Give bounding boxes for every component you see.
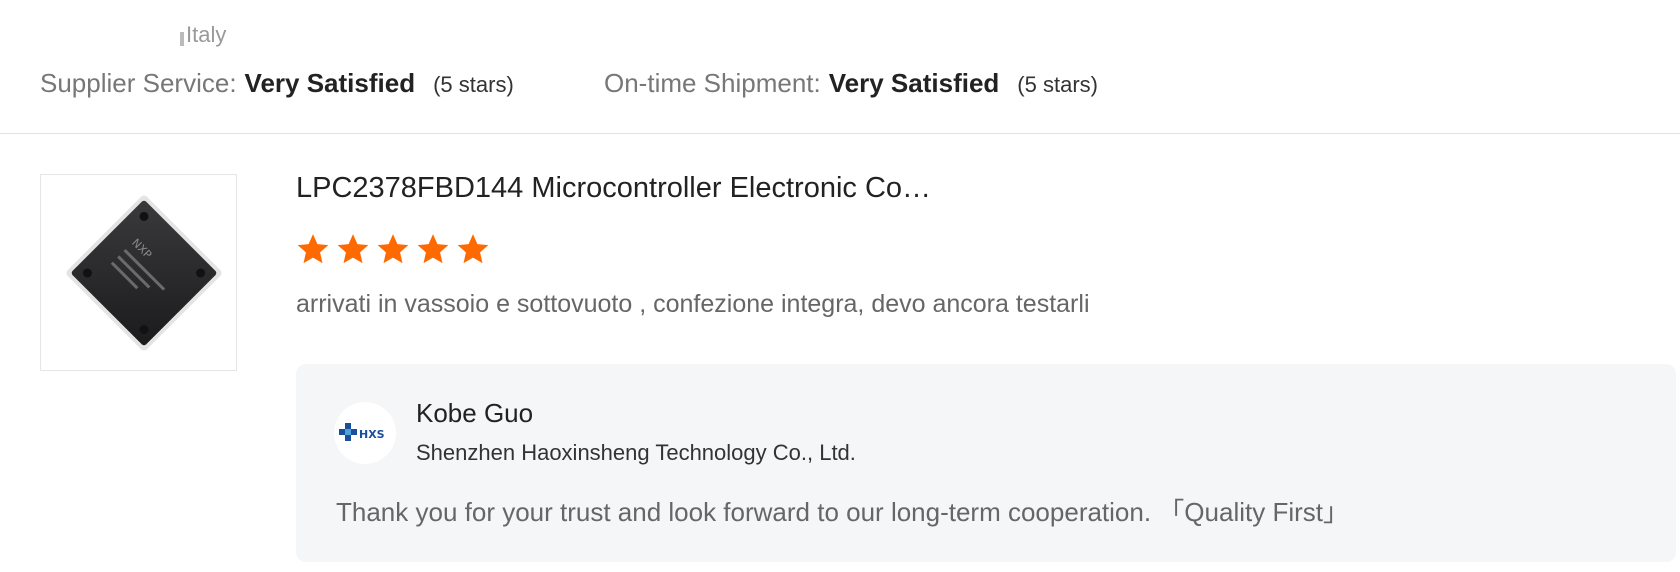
on-time-shipment-rating: On-time Shipment: Very Satisfied (5 star…	[604, 68, 1098, 99]
supplier-service-stars: (5 stars)	[433, 72, 514, 97]
on-time-shipment-stars: (5 stars)	[1017, 72, 1098, 97]
on-time-shipment-value: Very Satisfied	[828, 68, 1000, 98]
star-icon	[417, 234, 449, 264]
star-icon	[297, 234, 329, 264]
review-header: Italy Supplier Service: Very Satisfied (…	[0, 0, 1680, 134]
buyer-country: Italy	[180, 22, 226, 48]
product-title[interactable]: LPC2378FBD144 Microcontroller Electronic…	[296, 172, 931, 205]
supplier-service-label: Supplier Service:	[40, 68, 237, 98]
country-name: Italy	[186, 22, 227, 47]
star-icon	[377, 234, 409, 264]
replier-name: Kobe Guo	[416, 398, 534, 428]
hxs-logo-icon: HXS	[339, 423, 385, 441]
replier-company[interactable]: Shenzhen Haoxinsheng Technology Co., Ltd…	[416, 440, 856, 466]
product-review: NXP LPC2378FBD144 Microcontroller Electr…	[0, 134, 1680, 572]
supplier-reply: HXS Kobe Guo Shenzhen Haoxinsheng Techno…	[296, 364, 1676, 562]
star-icon	[457, 234, 489, 264]
on-time-shipment-label: On-time Shipment:	[604, 68, 821, 98]
star-icon	[337, 234, 369, 264]
chip-image: NXP	[65, 194, 222, 351]
country-flag-icon	[180, 32, 184, 46]
supplier-logo: HXS	[334, 402, 396, 464]
star-rating	[296, 232, 490, 266]
supplier-service-value: Very Satisfied	[244, 68, 416, 98]
reply-text: Thank you for your trust and look forwar…	[336, 497, 1349, 527]
review-text: arrivati in vassoio e sottovuoto , confe…	[296, 290, 1090, 318]
supplier-service-rating: Supplier Service: Very Satisfied (5 star…	[40, 68, 514, 99]
logo-text: HXS	[359, 428, 385, 441]
product-thumbnail[interactable]: NXP	[40, 174, 237, 371]
